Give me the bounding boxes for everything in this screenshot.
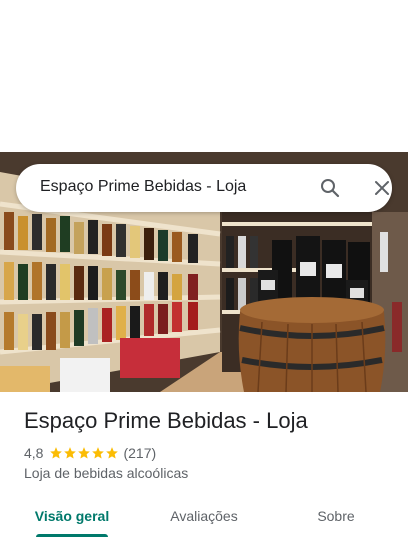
place-title: Espaço Prime Bebidas - Loja	[24, 408, 308, 433]
star-icon	[106, 447, 119, 459]
close-icon[interactable]	[370, 176, 394, 200]
place-tabs: Visão geral Avaliações Sobre	[0, 496, 408, 544]
map-blank-area	[0, 0, 408, 152]
active-tab-indicator	[36, 534, 108, 537]
tab-about[interactable]: Sobre	[300, 496, 372, 536]
tab-overview[interactable]: Visão geral	[24, 496, 120, 536]
star-rating	[49, 446, 119, 460]
rating-row[interactable]: 4,8 (217)	[24, 444, 156, 462]
rating-value: 4,8	[24, 445, 44, 461]
star-icon	[64, 447, 77, 459]
search-bar[interactable]: Espaço Prime Bebidas - Loja	[16, 164, 392, 212]
star-icon	[50, 447, 63, 459]
star-icon	[92, 447, 105, 459]
search-icon[interactable]	[318, 176, 342, 200]
star-icon	[78, 447, 91, 459]
search-input[interactable]: Espaço Prime Bebidas - Loja	[40, 178, 246, 196]
tab-reviews[interactable]: Avaliações	[152, 496, 256, 536]
review-count[interactable]: (217)	[123, 445, 156, 461]
place-category: Loja de bebidas alcoólicas	[24, 465, 189, 481]
